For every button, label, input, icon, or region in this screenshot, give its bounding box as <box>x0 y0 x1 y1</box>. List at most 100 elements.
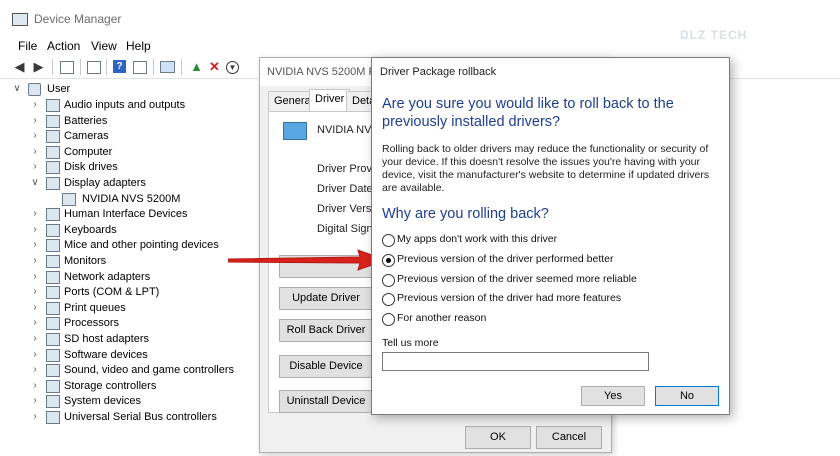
chevron-right-icon[interactable]: › <box>30 145 40 159</box>
tree-item-label: Processors <box>64 317 120 330</box>
device-name: NVIDIA NVS <box>317 124 379 136</box>
device-icon <box>46 364 60 378</box>
tree-item-label: Keyboards <box>64 223 117 236</box>
device-icon <box>46 114 60 128</box>
scan-icon[interactable] <box>160 61 175 73</box>
ok-button[interactable]: OK <box>465 426 531 449</box>
title-bar: Device Manager <box>0 8 840 30</box>
tree-item-label: Audio inputs and outputs <box>64 99 186 111</box>
chevron-right-icon[interactable]: › <box>30 410 40 424</box>
properties-icon[interactable] <box>60 61 74 74</box>
menu-action[interactable]: Action <box>47 39 80 53</box>
tell-us-more-input[interactable] <box>382 352 649 371</box>
chevron-right-icon[interactable]: › <box>30 238 40 252</box>
chevron-right-icon[interactable]: › <box>30 129 40 143</box>
device-icon <box>46 255 60 268</box>
chevron-right-icon[interactable]: › <box>30 223 40 237</box>
tree-item-label: Disk drives <box>64 161 118 174</box>
help-icon[interactable]: ? <box>113 60 126 73</box>
chevron-right-icon[interactable]: › <box>30 114 40 128</box>
disable-icon[interactable]: ▼ <box>226 61 239 74</box>
chevron-down-icon[interactable]: ∨ <box>12 82 22 96</box>
device-icon <box>46 379 60 393</box>
device-icon <box>46 208 60 222</box>
device-tree: ∨ User › Audio inputs and outputs › Batteries… <box>0 80 260 456</box>
computer-icon <box>28 83 41 96</box>
roll-back-driver-button[interactable]: Roll Back Driver <box>279 319 373 342</box>
reason-label: Previous version of the driver performed… <box>397 253 614 265</box>
no-button[interactable]: No <box>655 386 719 406</box>
tree-item-label: Cameras <box>64 130 109 143</box>
device-icon <box>62 192 76 206</box>
menu-file[interactable]: File <box>18 39 37 53</box>
tree-item-label: Computer <box>64 145 113 158</box>
display-adapter-icon <box>283 122 307 140</box>
radio-circle-icon[interactable] <box>382 313 395 326</box>
back-icon[interactable]: ◀ <box>12 59 27 74</box>
enable-icon[interactable]: ▲ <box>189 59 204 74</box>
update-icon[interactable] <box>87 61 101 74</box>
device-icon <box>46 333 60 346</box>
chevron-right-icon[interactable]: › <box>30 98 40 112</box>
device-icon <box>46 161 60 175</box>
device-icon <box>46 270 60 284</box>
device-icon <box>46 301 60 315</box>
window-title: Device Manager <box>34 12 122 26</box>
menu-view[interactable]: View <box>91 39 117 53</box>
radio-circle-icon[interactable] <box>382 293 395 306</box>
device-icon <box>46 286 60 300</box>
device-manager-icon <box>12 13 28 26</box>
chevron-right-icon[interactable]: › <box>30 379 40 393</box>
radio-circle-icon[interactable] <box>382 274 395 287</box>
chevron-right-icon[interactable]: › <box>30 348 40 362</box>
tree-item-label: Storage controllers <box>64 379 157 392</box>
rollback-description: Rolling back to older drivers may reduce… <box>382 143 710 194</box>
tree-item-label: Network adapters <box>64 270 151 283</box>
chevron-right-icon[interactable]: › <box>30 207 40 221</box>
device-icon <box>46 130 60 144</box>
chevron-right-icon[interactable]: › <box>30 363 40 377</box>
tree-item-label: Sound, video and game controllers <box>64 364 234 377</box>
rollback-why-heading: Why are you rolling back? <box>382 206 549 222</box>
update-driver-button[interactable]: Update Driver <box>279 287 373 310</box>
tree-item-label: NVIDIA NVS 5200M <box>82 192 181 205</box>
chevron-right-icon[interactable]: › <box>30 394 40 408</box>
tell-us-more-label: Tell us more <box>382 337 439 349</box>
radio-circle-icon[interactable] <box>382 234 395 247</box>
chevron-right-icon[interactable]: › <box>30 316 40 330</box>
device-icon <box>46 411 60 424</box>
chevron-right-icon[interactable]: › <box>30 301 40 315</box>
tree-root-label: User <box>47 83 71 95</box>
tree-item-label: Print queues <box>64 301 126 314</box>
uninstall-icon[interactable]: ✕ <box>207 59 222 74</box>
radio-selected-dot <box>386 258 391 263</box>
device-icon <box>46 317 60 331</box>
disable-device-button[interactable]: Disable Device <box>279 355 373 378</box>
driver-date-label: Driver Date: <box>317 183 376 195</box>
reason-label: For another reason <box>397 312 487 324</box>
device-icon <box>46 348 60 362</box>
tree-item-label: Batteries <box>64 114 108 127</box>
chevron-right-icon[interactable]: › <box>30 254 40 268</box>
tab-driver[interactable]: Driver <box>309 89 351 112</box>
chevron-right-icon[interactable]: › <box>30 285 40 299</box>
red-arrow-icon <box>228 249 388 271</box>
view-icon[interactable] <box>133 61 147 74</box>
yes-button[interactable]: Yes <box>581 386 645 406</box>
chevron-right-icon[interactable]: › <box>30 160 40 174</box>
device-icon <box>46 177 60 190</box>
uninstall-device-button[interactable]: Uninstall Device <box>279 390 373 413</box>
properties-title: NVIDIA NVS 5200M Pro <box>267 66 386 78</box>
tree-item-label: System devices <box>64 395 142 408</box>
radio-circle-icon[interactable] <box>382 254 395 267</box>
menu-help[interactable]: Help <box>126 39 151 53</box>
tree-item-label: Software devices <box>64 348 148 361</box>
chevron-down-icon[interactable]: ∨ <box>30 176 40 190</box>
chevron-right-icon[interactable]: › <box>30 270 40 284</box>
rollback-title: Driver Package rollback <box>380 66 497 78</box>
forward-icon[interactable]: ▶ <box>31 59 46 74</box>
cancel-button[interactable]: Cancel <box>536 426 602 449</box>
chevron-right-icon[interactable]: › <box>30 332 40 346</box>
device-icon <box>46 395 60 409</box>
device-icon <box>46 99 60 112</box>
